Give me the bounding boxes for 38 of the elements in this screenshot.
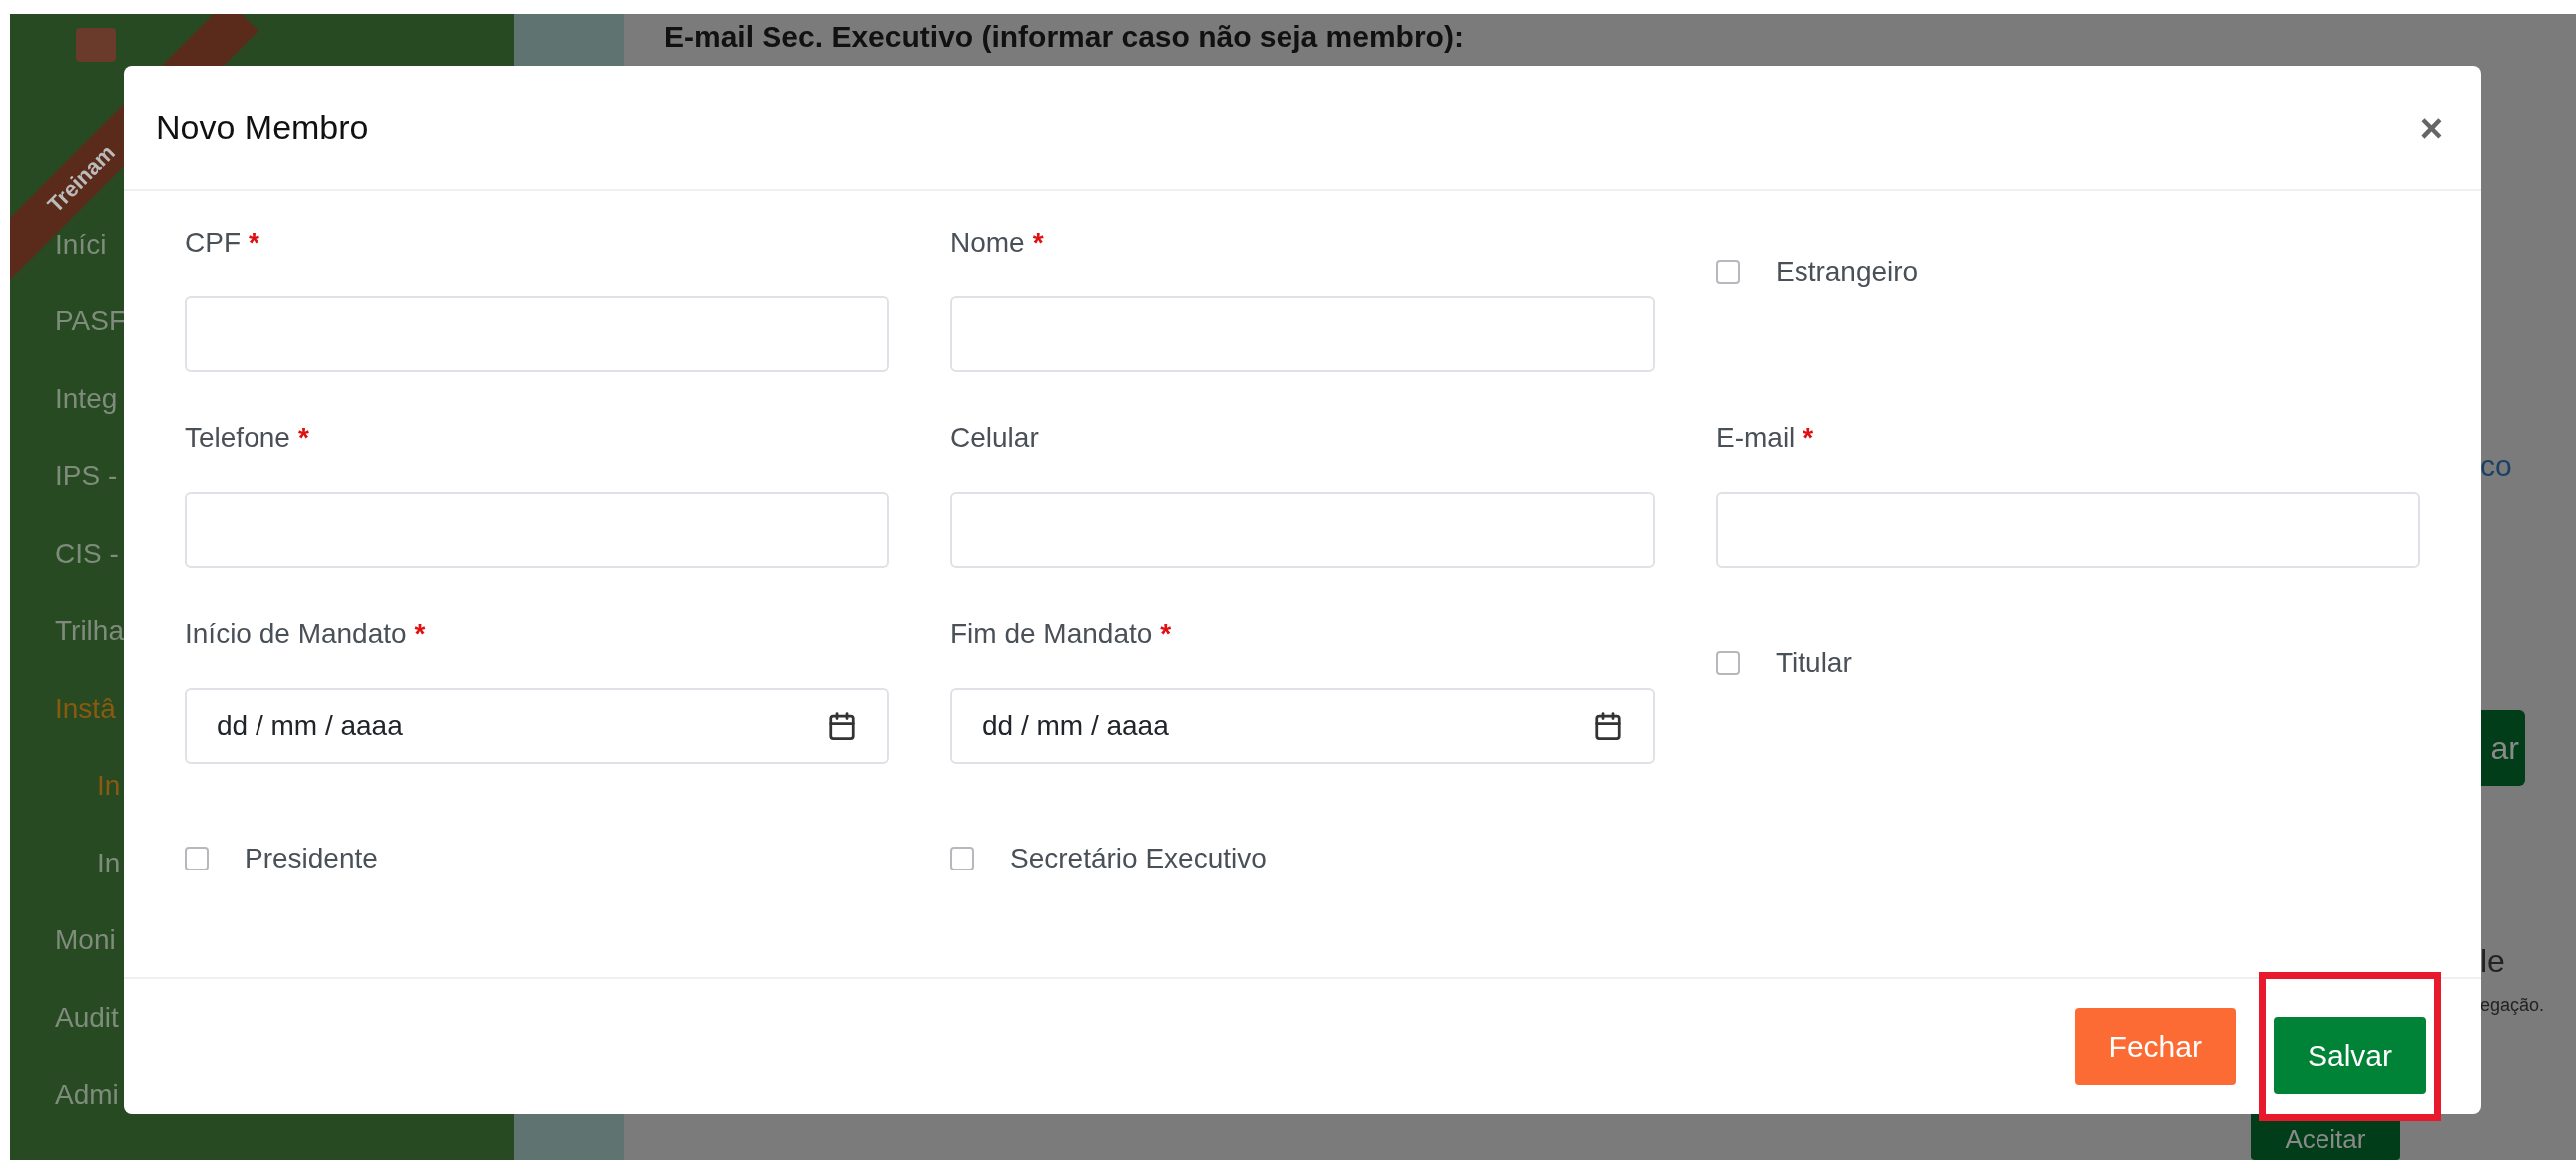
calendar-icon[interactable]: [827, 711, 857, 741]
input-field[interactable]: [185, 296, 889, 372]
required-asterisk: *: [414, 617, 426, 651]
field-label: Início de Mandato: [185, 617, 407, 651]
field-label: Celular: [950, 421, 1039, 455]
calendar-icon[interactable]: [1593, 711, 1623, 741]
input-field[interactable]: [950, 492, 1655, 568]
checkbox-label: Secretário Executivo: [1010, 842, 1267, 875]
checkbox[interactable]: [1716, 651, 1740, 675]
checkbox-label: Estrangeiro: [1776, 255, 1919, 289]
card-title: le: [2480, 942, 2505, 981]
required-asterisk: *: [1032, 226, 1044, 260]
checkbox-label: Presidente: [245, 842, 378, 875]
link-text: co: [2480, 448, 2512, 484]
close-dialog-button[interactable]: Fechar: [2074, 1008, 2236, 1085]
required-asterisk: *: [249, 226, 259, 260]
save-button[interactable]: Salvar: [2273, 1017, 2426, 1094]
input-field[interactable]: [1716, 492, 2420, 568]
date-field[interactable]: dd / mm / aaaa: [950, 688, 1655, 764]
required-asterisk: *: [297, 421, 309, 455]
field-label: E-mail: [1716, 421, 1796, 455]
field-label: Telefone: [185, 421, 290, 455]
close-button[interactable]: ×: [2413, 97, 2449, 158]
checkbox-label: Titular: [1776, 646, 1852, 680]
modal-title: Novo Membro: [156, 107, 369, 148]
field-label: Fim de Mandato: [950, 617, 1153, 651]
field-label: Nome: [950, 226, 1025, 260]
input-field[interactable]: [185, 492, 889, 568]
required-asterisk: *: [1803, 421, 1814, 455]
field-label: CPF: [185, 226, 241, 260]
required-asterisk: *: [1160, 617, 1172, 651]
section-heading: E-mail Sec. Executivo (informar caso não seja membro):: [664, 19, 1465, 55]
checkbox[interactable]: [185, 847, 209, 870]
checkbox[interactable]: [950, 847, 974, 870]
input-field[interactable]: [950, 296, 1655, 372]
checkbox[interactable]: [1716, 260, 1740, 284]
card-text: egação.: [2480, 994, 2545, 1017]
date-field[interactable]: dd / mm / aaaa: [185, 688, 889, 764]
